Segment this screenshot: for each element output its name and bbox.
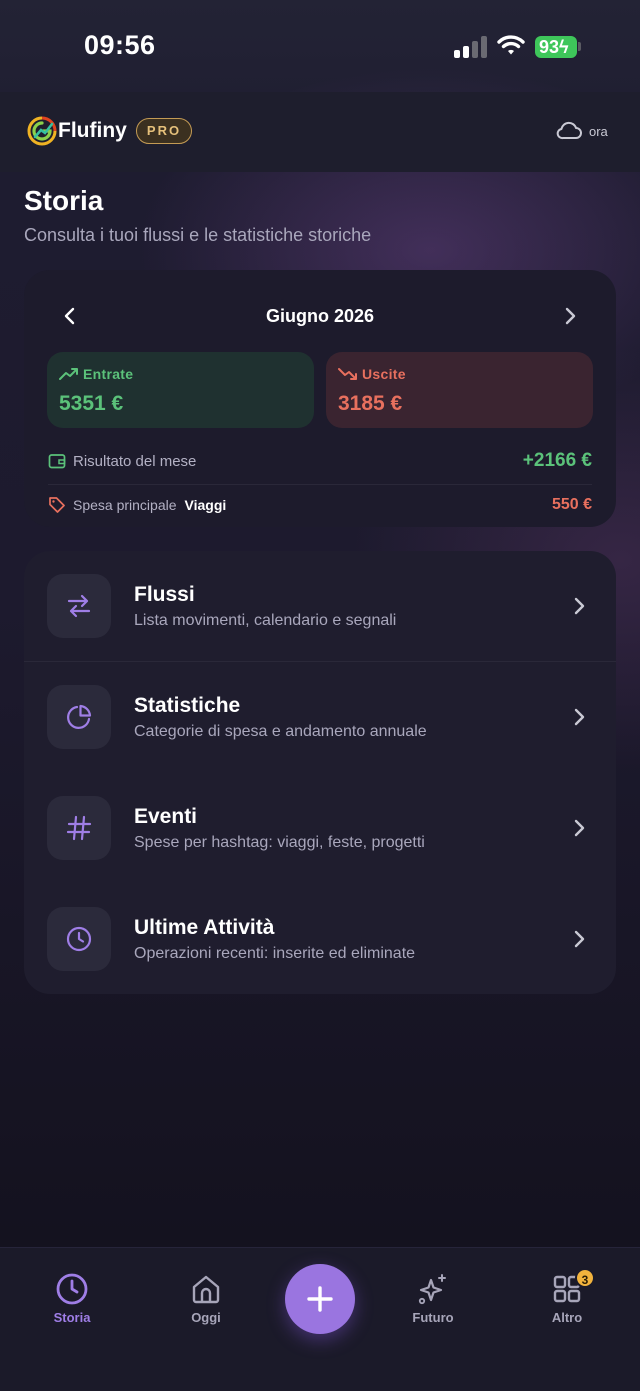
- sparkles-icon: [418, 1274, 446, 1305]
- page-title: Storia: [24, 185, 104, 216]
- monthly-result-label: Risultato del mese: [73, 453, 197, 470]
- sync-status-label: ora: [589, 124, 608, 139]
- expenses-label: Uscite: [362, 366, 406, 382]
- menu-item-title: Flussi: [134, 583, 195, 606]
- menu-icon-tile: [47, 574, 111, 638]
- next-month-button[interactable]: [558, 304, 582, 328]
- income-tile[interactable]: Entrate 5351 €: [47, 352, 314, 428]
- income-value: 5351 €: [59, 392, 124, 415]
- month-label: Giugno 2026: [265, 306, 375, 326]
- wifi-icon: [497, 35, 525, 55]
- chevron-right-icon: [574, 597, 585, 615]
- plus-icon: [307, 1286, 333, 1312]
- history-menu: Flussi Lista movimenti, calendario e seg…: [24, 551, 616, 994]
- menu-icon-tile: [47, 685, 111, 749]
- menu-item-description: Operazioni recenti: inserite ed eliminat…: [134, 945, 416, 962]
- menu-item-title: Statistiche: [134, 694, 241, 717]
- tag-icon: [49, 497, 65, 513]
- menu-item-title: Ultime Attività: [134, 916, 275, 939]
- top-spend-label: Spesa principale: [73, 497, 177, 513]
- tab-altro[interactable]: Altro: [522, 1272, 612, 1332]
- trending-down-icon: [338, 368, 357, 380]
- cloud-sync-icon[interactable]: [555, 119, 583, 141]
- menu-item-ultime-attivita[interactable]: Ultime Attività Operazioni recenti: inse…: [24, 884, 616, 994]
- home-icon: [192, 1275, 220, 1304]
- battery-indicator: 93ϟ: [535, 36, 577, 58]
- charging-bolt-icon: ϟ: [559, 37, 569, 57]
- bottom-tab-bar: Storia Oggi Futuro Altro 3: [0, 1247, 640, 1391]
- menu-item-eventi[interactable]: Eventi Spese per hashtag: viaggi, feste,…: [24, 773, 616, 884]
- divider: [48, 484, 592, 485]
- status-bar: 09:56 93ϟ: [0, 0, 640, 92]
- pie-chart-icon: [67, 704, 92, 729]
- wallet-icon: [48, 454, 66, 469]
- expenses-tile[interactable]: Uscite 3185 €: [326, 352, 593, 428]
- menu-icon-tile: [47, 907, 111, 971]
- page-subtitle: Consulta i tuoi flussi e le statistiche …: [24, 225, 372, 245]
- clock-icon: [56, 1273, 88, 1305]
- tab-storia[interactable]: Storia: [27, 1272, 117, 1332]
- chevron-right-icon: [574, 708, 585, 726]
- top-spend-row: Spesa principale Viaggi 550 €: [48, 494, 592, 518]
- tab-label: Futuro: [412, 1310, 454, 1325]
- notification-badge: 3: [575, 1268, 595, 1288]
- battery-level: 93: [539, 37, 560, 57]
- tab-label: Storia: [53, 1310, 91, 1325]
- tab-label: Altro: [551, 1310, 583, 1325]
- top-spend-label-wrap: Spesa principale Viaggi: [73, 497, 226, 513]
- tab-futuro[interactable]: Futuro: [388, 1272, 478, 1332]
- monthly-result-row: Risultato del mese +2166 €: [48, 450, 592, 474]
- tab-label: Oggi: [191, 1310, 221, 1325]
- menu-icon-tile: [47, 796, 111, 860]
- chevron-right-icon: [574, 819, 585, 837]
- menu-item-title: Eventi: [134, 805, 198, 828]
- cellular-signal-icon: [454, 36, 488, 58]
- menu-item-flussi[interactable]: Flussi Lista movimenti, calendario e seg…: [24, 551, 616, 662]
- app-header: Flufiny PRO ora: [0, 92, 640, 172]
- app-name: Flufiny: [58, 119, 127, 142]
- top-spend-category: Viaggi: [184, 497, 227, 513]
- trending-up-icon: [59, 368, 78, 380]
- battery-tip: [578, 42, 581, 51]
- income-label: Entrate: [83, 366, 134, 382]
- menu-item-description: Spese per hashtag: viaggi, feste, proget…: [134, 834, 425, 851]
- menu-item-statistiche[interactable]: Statistiche Categorie di spesa e andamen…: [24, 662, 616, 773]
- app-logo-icon: [27, 116, 57, 146]
- menu-item-description: Lista movimenti, calendario e segnali: [134, 612, 397, 629]
- add-transaction-button[interactable]: [285, 1264, 355, 1334]
- monthly-result-value: +2166 €: [522, 450, 592, 471]
- status-time: 09:56: [84, 30, 156, 60]
- expenses-value: 3185 €: [338, 392, 403, 415]
- chevron-right-icon: [574, 930, 585, 948]
- arrows-exchange-icon: [67, 594, 91, 618]
- pro-badge[interactable]: PRO: [136, 118, 192, 144]
- tab-oggi[interactable]: Oggi: [161, 1272, 251, 1332]
- top-spend-value: 550 €: [551, 496, 592, 513]
- menu-item-description: Categorie di spesa e andamento annuale: [134, 723, 427, 740]
- clock-icon: [66, 926, 92, 952]
- hashtag-icon: [66, 815, 92, 841]
- monthly-summary-card: Giugno 2026 Entrate 5351 € Uscite 3185 €…: [24, 270, 616, 527]
